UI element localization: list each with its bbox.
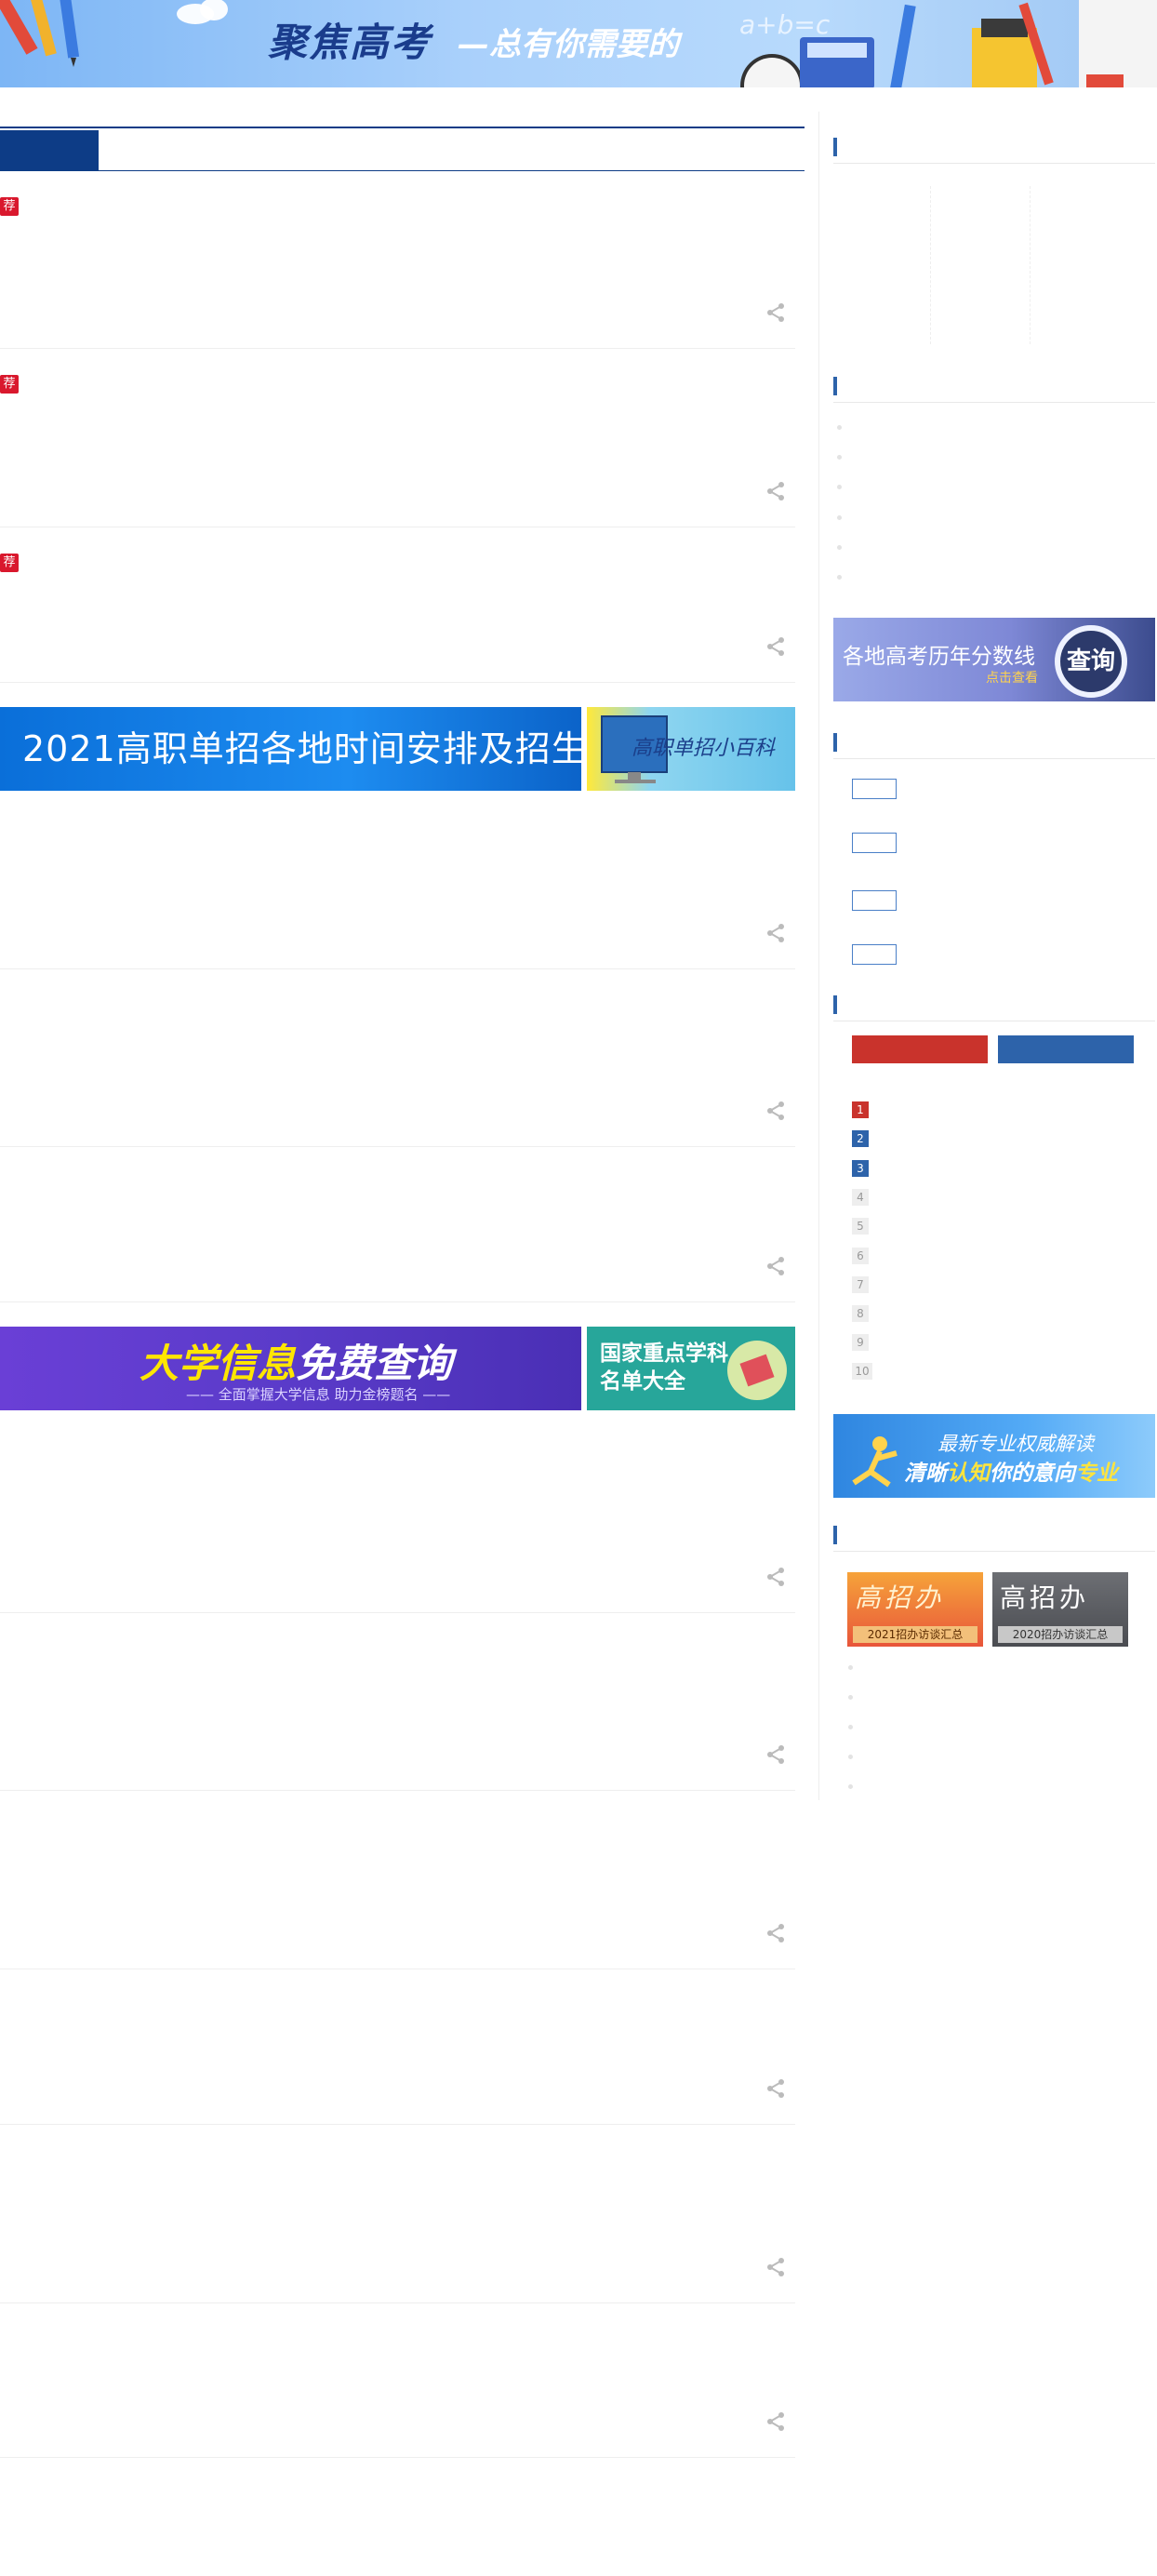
sidebar-section-header (833, 726, 1155, 759)
rank-number: 5 (852, 1218, 869, 1235)
interview-thumb-2020[interactable]: 高招办 2020招办访谈汇总 (992, 1572, 1128, 1647)
score-ad-search-button[interactable]: 查询 (1055, 625, 1127, 698)
list-bullet (848, 1784, 853, 1789)
major-ad-line2: 清晰认知你的意向专业 (904, 1462, 1118, 1486)
banner-title: 聚焦高考 (268, 20, 432, 65)
rank-number: 9 (852, 1334, 869, 1351)
promo-university-title: 大学信息免费查询 (140, 1341, 453, 1386)
rank-number: 4 (852, 1189, 869, 1206)
promo-danzhao-banner[interactable]: 2021高职单招各地时间安排及招生简章 (0, 707, 581, 791)
sidebar-tag-box[interactable] (852, 890, 897, 911)
rank-number: 8 (852, 1305, 869, 1322)
list-bullet (848, 1725, 853, 1729)
top-banner[interactable]: 聚焦高考 —总有你需要的 a+b=c (0, 0, 1157, 87)
thumb-caption: 2020招办访谈汇总 (998, 1626, 1123, 1643)
list-bullet (848, 1695, 853, 1700)
sidebar-divider (818, 112, 819, 1800)
thumb-title: 高招办 (855, 1582, 945, 1613)
tab-active[interactable] (0, 130, 99, 171)
sidebar-section-header (833, 130, 1155, 164)
rank-number: 3 (852, 1160, 869, 1177)
pencils-illustration-icon (0, 0, 80, 67)
list-bullet (837, 455, 842, 460)
banner-subtitle: —总有你需要的 (458, 26, 679, 63)
sidebar-tag-box[interactable] (852, 833, 897, 853)
interview-thumb-2021[interactable]: 高招办 2021招办访谈汇总 (847, 1572, 983, 1647)
share-icon[interactable] (764, 300, 788, 325)
rank-number: 2 (852, 1130, 869, 1147)
ranking-tab-red[interactable] (852, 1035, 988, 1063)
share-icon[interactable] (764, 1099, 788, 1123)
sidebar-grid-divider (1030, 186, 1031, 344)
article-item[interactable]: 荐 (0, 527, 795, 683)
article-item[interactable] (0, 1613, 795, 1791)
article-item[interactable] (0, 1791, 795, 1969)
promo-baike-banner[interactable]: 高职单招小百科 (587, 707, 795, 791)
sidebar-section-header (833, 988, 1155, 1021)
list-bullet (837, 425, 842, 430)
recommend-badge: 荐 (0, 554, 19, 572)
promo-university-banner[interactable]: 大学信息免费查询 —— 全面掌握大学信息 助力金榜题名 —— (0, 1327, 581, 1410)
sidebar-section-header (833, 369, 1155, 403)
thumb-caption: 2021招办访谈汇总 (853, 1626, 977, 1643)
list-bullet (848, 1755, 853, 1759)
article-item[interactable] (0, 1435, 795, 1613)
share-icon[interactable] (764, 2076, 788, 2101)
rank-number: 6 (852, 1248, 869, 1264)
promo-university-sub: —— 全面掌握大学信息 助力金榜题名 —— (186, 1386, 451, 1403)
sidebar-tag-box[interactable] (852, 944, 897, 965)
books-illustration-icon (727, 1341, 787, 1400)
thumb-title: 高招办 (1000, 1582, 1090, 1613)
list-bullet (837, 575, 842, 580)
article-item[interactable] (0, 1147, 795, 1302)
recommend-badge: 荐 (0, 197, 19, 216)
article-item[interactable]: 荐 (0, 186, 795, 349)
promo-banner-row: 2021高职单招各地时间安排及招生简章 高职单招小百科 (0, 707, 795, 791)
share-icon[interactable] (764, 921, 788, 945)
list-bullet (837, 485, 842, 489)
article-item[interactable]: 荐 (0, 349, 795, 527)
sidebar-tag-box[interactable] (852, 779, 897, 799)
major-interpretation-ad[interactable]: 最新专业权威解读 清晰认知你的意向专业 (833, 1414, 1155, 1498)
sidebar-grid-divider (930, 186, 931, 344)
rank-number: 10 (852, 1363, 872, 1380)
ranking-tab-blue[interactable] (998, 1035, 1134, 1063)
rank-number: 1 (852, 1101, 869, 1118)
share-icon[interactable] (764, 634, 788, 659)
share-icon[interactable] (764, 1565, 788, 1589)
promo-baike-text: 高职单招小百科 (631, 737, 775, 760)
runner-illustration-icon (852, 1436, 898, 1488)
promo-danzhao-text: 2021高职单招各地时间安排及招生简章 (22, 728, 581, 769)
stationery-illustration-icon (740, 0, 1157, 87)
share-icon[interactable] (764, 1742, 788, 1767)
recommend-badge: 荐 (0, 375, 19, 394)
article-item[interactable] (0, 2303, 795, 2458)
major-ad-line1: 最新专业权威解读 (938, 1433, 1094, 1455)
promo-banner-row: 大学信息免费查询 —— 全面掌握大学信息 助力金榜题名 —— 国家重点学科 名单… (0, 1327, 795, 1410)
article-item[interactable] (0, 969, 795, 1147)
share-icon[interactable] (764, 1254, 788, 1278)
share-icon[interactable] (764, 2409, 788, 2434)
rank-number: 7 (852, 1276, 869, 1293)
share-icon[interactable] (764, 2255, 788, 2279)
list-bullet (837, 515, 842, 520)
sidebar-section-header (833, 1518, 1155, 1552)
score-ad-title: 各地高考历年分数线 (843, 645, 1035, 669)
cloud-icon (200, 0, 228, 20)
promo-discipline-text: 国家重点学科 名单大全 (600, 1341, 728, 1394)
share-icon[interactable] (764, 479, 788, 503)
article-item[interactable] (0, 2125, 795, 2303)
list-bullet (837, 545, 842, 550)
score-line-ad[interactable]: 各地高考历年分数线 点击查看 查询 (833, 618, 1155, 701)
score-ad-sub: 点击查看 (986, 671, 1038, 686)
article-item[interactable] (0, 813, 795, 969)
promo-discipline-banner[interactable]: 国家重点学科 名单大全 (587, 1327, 795, 1410)
share-icon[interactable] (764, 1921, 788, 1945)
main-tab-bar (0, 127, 805, 171)
list-bullet (848, 1665, 853, 1670)
article-item[interactable] (0, 1969, 795, 2125)
